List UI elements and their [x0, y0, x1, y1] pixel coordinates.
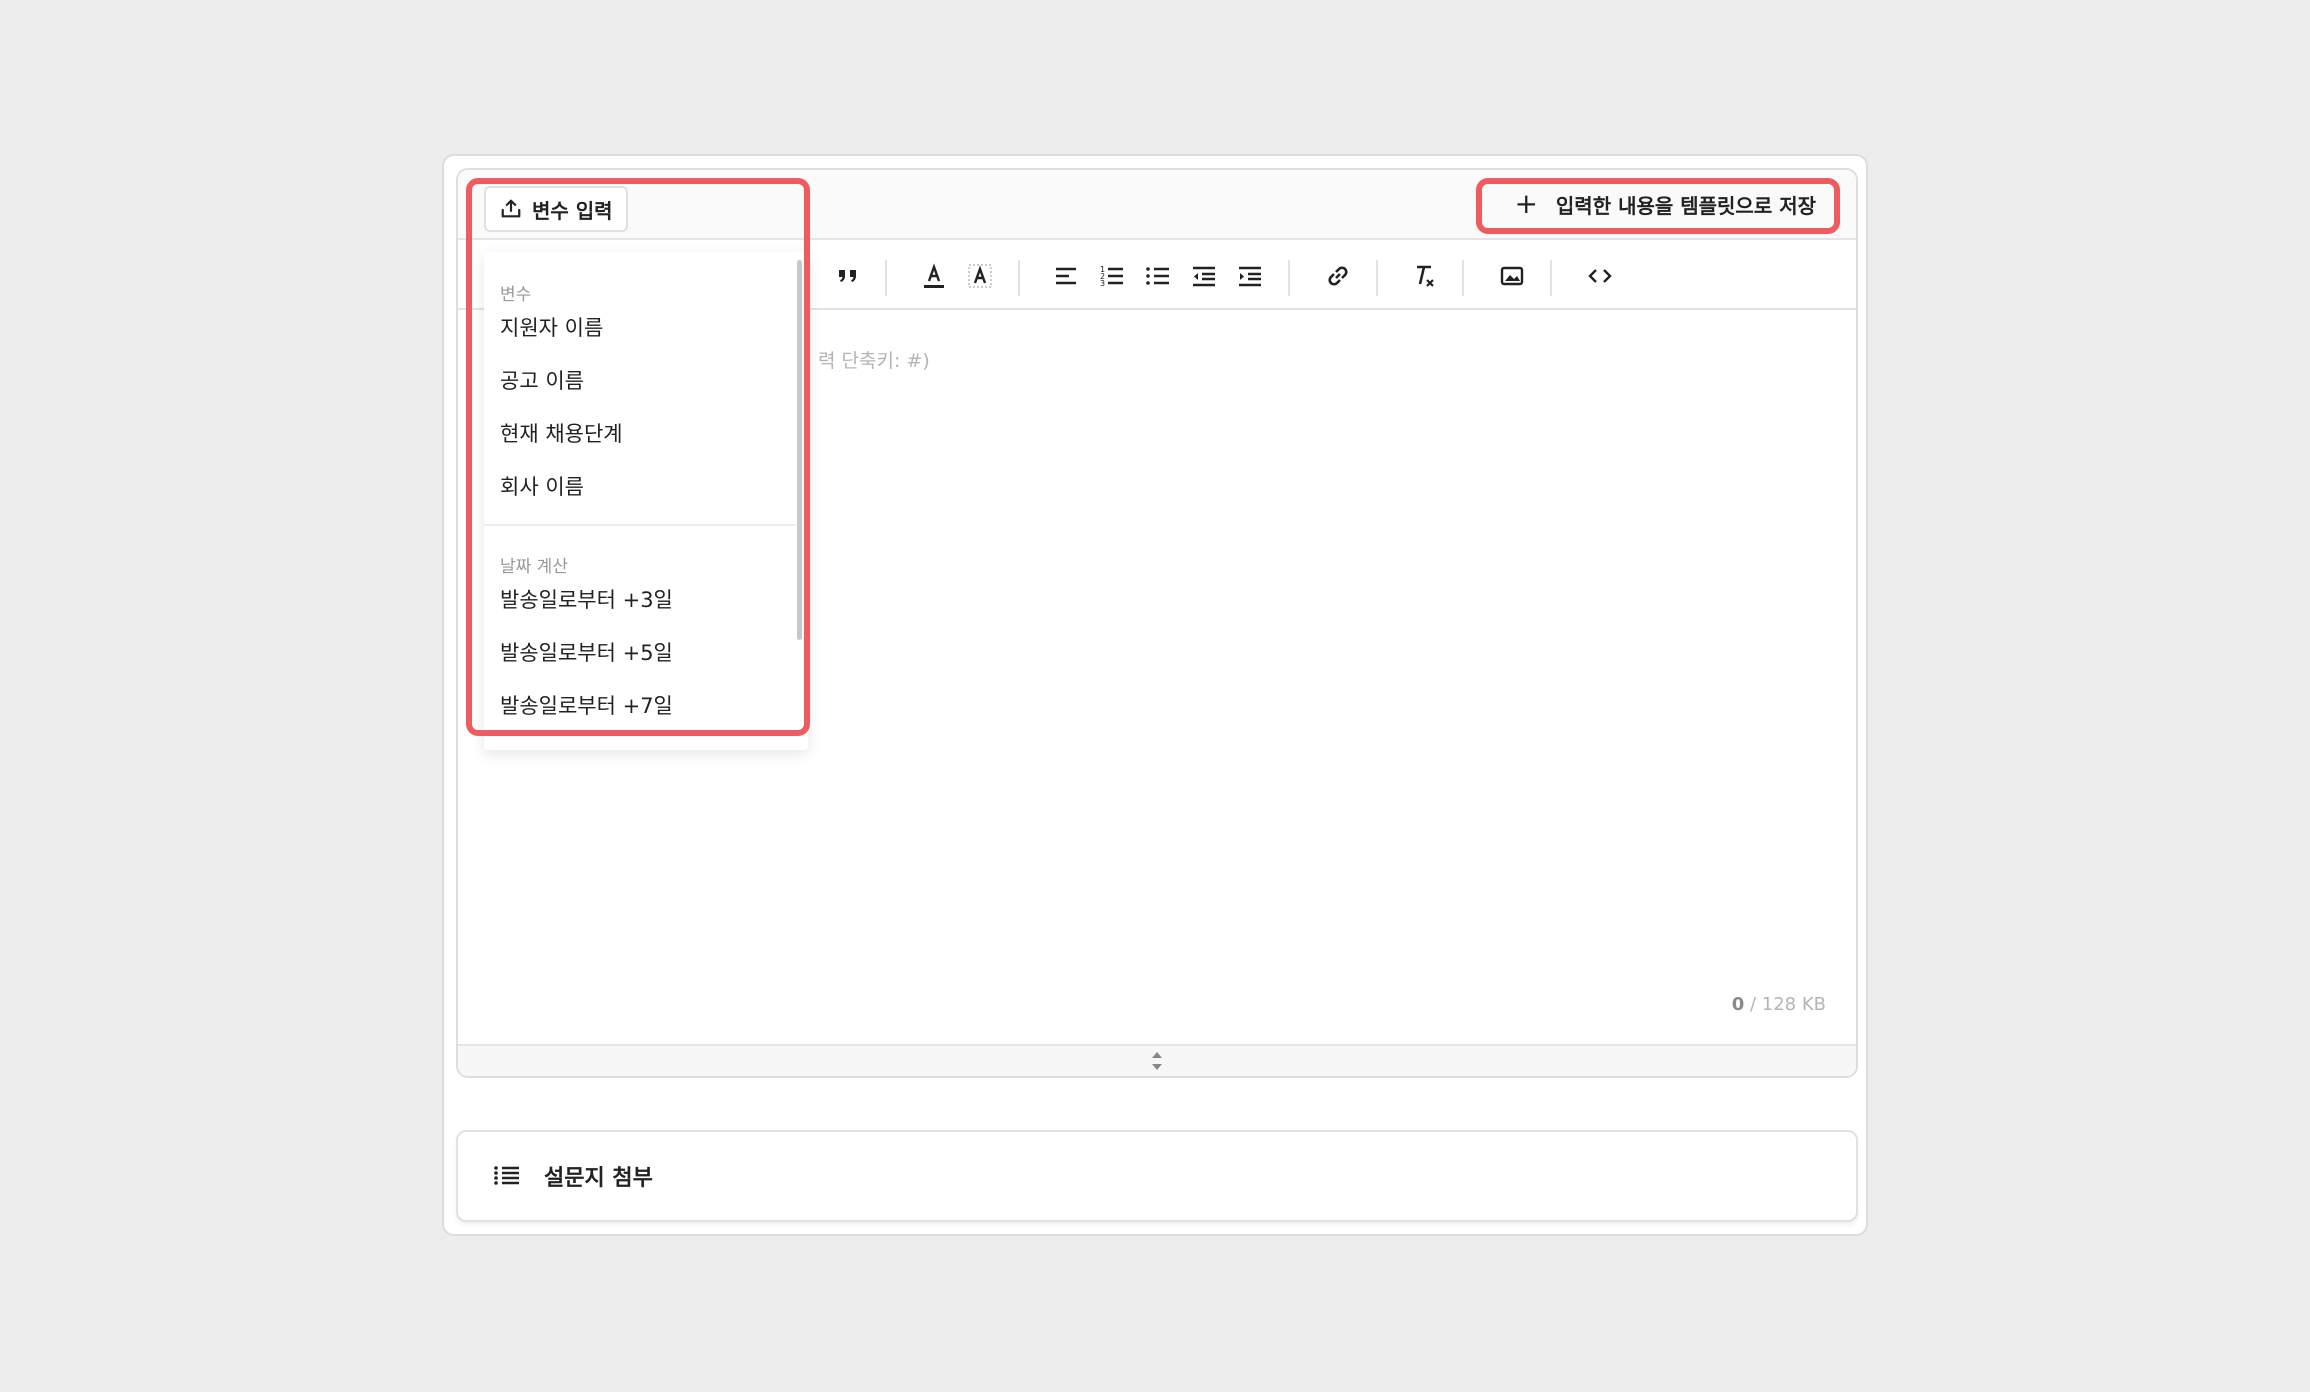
save-as-template-label: 입력한 내용을 템플릿으로 저장: [1555, 193, 1816, 218]
dropdown-item-applicant-name[interactable]: 지원자 이름: [500, 312, 603, 342]
image-icon[interactable]: [1492, 256, 1532, 296]
dropdown-item-current-stage[interactable]: 현재 채용단계: [500, 418, 623, 448]
dropdown-item-plus-3-days[interactable]: 발송일로부터 +3일: [500, 584, 673, 614]
rich-text-editor: 변수 입력 + 입력한 내용을 템플릿으로 저장 1 2 3 력 단축키: #)…: [456, 168, 1858, 1078]
dropdown-item-job-name[interactable]: 공고 이름: [500, 365, 584, 395]
dropdown-group-title: 변수: [500, 285, 532, 305]
editor-resize-handle[interactable]: [458, 1044, 1856, 1076]
save-as-template-button[interactable]: + 입력한 내용을 템플릿으로 저장: [1504, 184, 1826, 224]
dropdown-divider: [484, 524, 796, 526]
toolbar-separator: [885, 260, 887, 296]
align-left-icon[interactable]: [1046, 256, 1086, 296]
dropdown-item-plus-5-days[interactable]: 발송일로부터 +5일: [500, 637, 673, 667]
screen: 변수 입력 + 입력한 내용을 템플릿으로 저장 1 2 3 력 단축키: #)…: [0, 0, 2310, 1392]
editor-header: 변수 입력 + 입력한 내용을 템플릿으로 저장: [458, 170, 1856, 240]
insert-variable-button[interactable]: 변수 입력: [484, 186, 628, 232]
editor-placeholder: 력 단축키: #): [818, 350, 930, 372]
list-icon: [494, 1166, 519, 1185]
ordered-list-icon[interactable]: 123: [1092, 256, 1132, 296]
clear-format-icon[interactable]: [1404, 256, 1444, 296]
plus-icon: +: [1514, 187, 1538, 220]
toolbar-separator: [1550, 260, 1552, 296]
toolbar-separator: [1462, 260, 1464, 296]
quote-icon[interactable]: [828, 256, 868, 296]
variable-dropdown: 변수 지원자 이름 공고 이름 현재 채용단계 회사 이름 날짜 계산 발송일로…: [484, 252, 808, 750]
toolbar-separator: [1376, 260, 1378, 296]
dropdown-scrollbar[interactable]: [797, 260, 802, 640]
indent-icon[interactable]: [1230, 256, 1270, 296]
link-icon[interactable]: [1318, 256, 1358, 296]
highlight-color-icon[interactable]: [960, 256, 1000, 296]
dropdown-item-company-name[interactable]: 회사 이름: [500, 471, 584, 501]
font-color-icon[interactable]: [914, 256, 954, 296]
resize-arrows-icon: [1152, 1052, 1162, 1070]
outdent-icon[interactable]: [1184, 256, 1224, 296]
toolbar-separator: [1018, 260, 1020, 296]
toolbar-separator: [1288, 260, 1290, 296]
size-used: 0: [1731, 994, 1745, 1015]
attach-survey-button[interactable]: 설문지 첨부: [456, 1130, 1858, 1222]
size-counter: 0 / 128 KB: [1732, 994, 1826, 1015]
upload-tray-icon: [501, 199, 521, 218]
insert-variable-label: 변수 입력: [532, 198, 613, 223]
size-limit: / 128 KB: [1744, 994, 1826, 1015]
bullet-list-icon[interactable]: [1138, 256, 1178, 296]
svg-text:3: 3: [1100, 279, 1105, 288]
dropdown-item-plus-7-days[interactable]: 발송일로부터 +7일: [500, 690, 673, 720]
attach-survey-label: 설문지 첨부: [544, 1166, 653, 1191]
message-composer-card: 변수 입력 + 입력한 내용을 템플릿으로 저장 1 2 3 력 단축키: #)…: [442, 154, 1868, 1236]
code-icon[interactable]: [1580, 256, 1620, 296]
dropdown-group-title: 날짜 계산: [500, 557, 568, 577]
